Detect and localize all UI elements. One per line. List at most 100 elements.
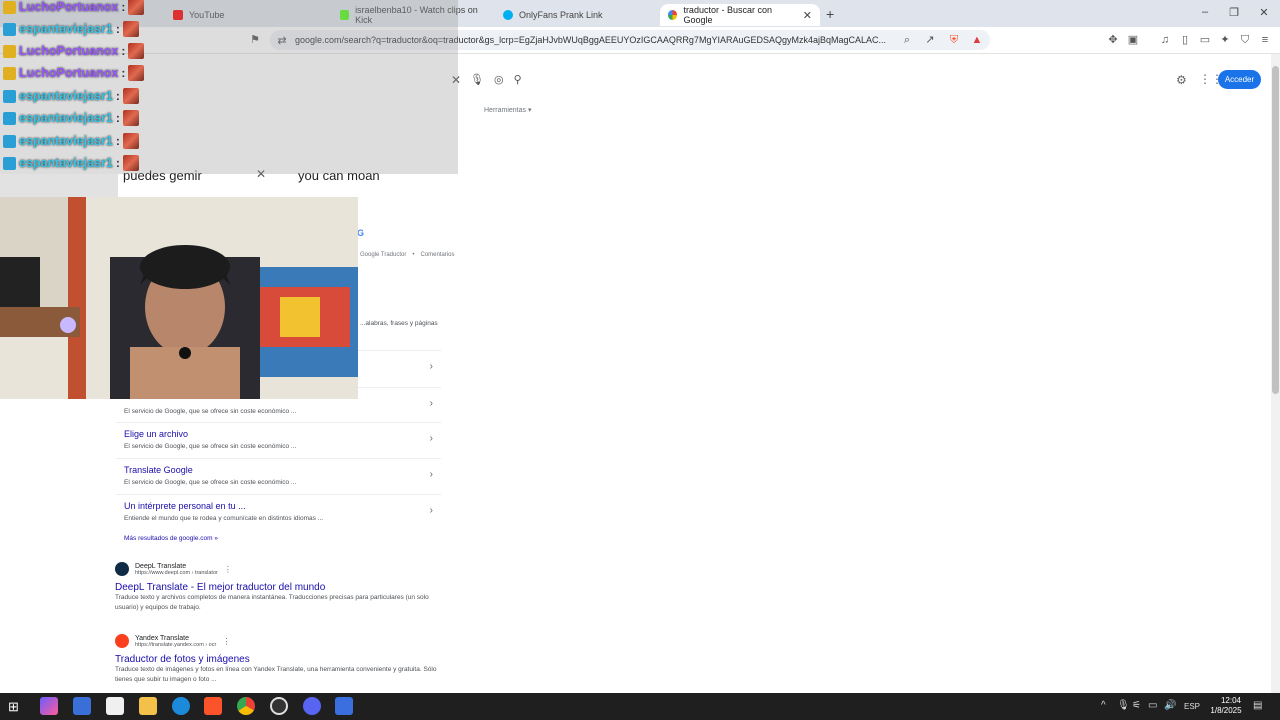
- emote-icon: [122, 155, 139, 171]
- crown-badge-icon: [3, 0, 16, 14]
- emote-icon: [122, 88, 139, 104]
- result-title[interactable]: DeepL Translate - El mejor traductor del…: [115, 582, 445, 593]
- sitelink-row[interactable]: Un intérprete personal en tu ... Entiend…: [116, 494, 441, 528]
- extensions-icon[interactable]: ✥: [1106, 33, 1120, 47]
- discord-icon[interactable]: [303, 697, 321, 715]
- new-tab-button[interactable]: +: [826, 6, 834, 22]
- more-options-icon[interactable]: ⋮: [224, 565, 232, 574]
- screenshot-icon[interactable]: ▣: [1126, 33, 1140, 47]
- search-icon[interactable]: ⚲: [514, 73, 522, 86]
- gear-icon[interactable]: ⚙: [1176, 73, 1187, 87]
- chat-username: LuchoPortuanox: [19, 44, 119, 58]
- copilot-icon[interactable]: [40, 697, 58, 715]
- share-icon[interactable]: ↗: [923, 33, 937, 47]
- tablet-icon[interactable]: ▭: [1148, 700, 1157, 711]
- notifications-icon[interactable]: ▤: [1253, 700, 1262, 711]
- emote-icon: [128, 43, 145, 59]
- minimize-icon[interactable]: –: [1195, 6, 1215, 18]
- chat-message: LuchoPortuanox :: [0, 0, 458, 18]
- leo-ai-icon[interactable]: ✦: [1218, 33, 1232, 47]
- wrench-badge-icon: [3, 89, 16, 103]
- chat-message: LuchoPortuanox :: [0, 62, 458, 84]
- obs-icon[interactable]: [270, 697, 288, 715]
- windows-start-icon[interactable]: ⊞: [8, 699, 19, 715]
- chevron-right-icon: ›: [429, 398, 433, 409]
- tab-google-search[interactable]: traductor - Buscar con Google ✕: [660, 4, 820, 26]
- google-translate-link[interactable]: Google Traductor: [360, 252, 406, 258]
- lens-icon[interactable]: ◎: [494, 73, 504, 86]
- chevron-right-icon: ›: [429, 361, 433, 372]
- emote-icon: [122, 21, 139, 37]
- result-url[interactable]: https://translate.yandex.com › ocr: [135, 642, 216, 648]
- sitelink-title[interactable]: Un intérprete personal en tu ...: [124, 501, 246, 511]
- wrench-badge-icon: [3, 156, 16, 170]
- chevron-up-icon[interactable]: ^: [1101, 700, 1106, 711]
- microphone-tray-icon[interactable]: 🎙: [1117, 700, 1130, 711]
- feedback-link[interactable]: Comentarios: [420, 252, 454, 258]
- crown-badge-icon: [3, 44, 16, 58]
- chat-message: espantaviejasr1 :: [0, 130, 458, 152]
- edge-icon[interactable]: [172, 697, 190, 715]
- sitelink-row[interactable]: Elige un archivo El servicio de Google, …: [116, 422, 441, 456]
- clock-date[interactable]: 1/8/2025: [1206, 706, 1246, 715]
- tools-menu[interactable]: Herramientas ▾: [484, 106, 531, 114]
- chat-username: LuchoPortuanox: [19, 0, 119, 14]
- chat-message: LuchoPortuanox :: [0, 40, 458, 62]
- wallet-icon[interactable]: ▭: [1198, 33, 1212, 47]
- maximize-icon[interactable]: ❐: [1224, 6, 1244, 19]
- tab-onlyfans-prank[interactable]: OnlyFans Prank Link: [495, 4, 655, 26]
- file-explorer-icon[interactable]: [139, 697, 157, 715]
- sidebar-icon[interactable]: ▯: [1178, 33, 1192, 47]
- microphone-icon[interactable]: 🎙: [470, 73, 484, 86]
- sitelink-desc: El servicio de Google, que se ofrece sin…: [124, 443, 297, 450]
- brave-rewards-icon[interactable]: ▲: [970, 33, 984, 47]
- result-url[interactable]: https://www.deepl.com › translator: [135, 570, 218, 576]
- chat-username: espantaviejasr1: [19, 134, 113, 148]
- result-snippet: ...alabras, frases y páginas: [360, 320, 438, 327]
- more-options-icon[interactable]: ⋮: [222, 637, 230, 646]
- emote-icon: [122, 133, 139, 149]
- clock-time[interactable]: 12:04: [1214, 696, 1248, 705]
- tools-label: Herramientas: [484, 107, 527, 114]
- brave-shield-icon[interactable]: ⛨: [947, 33, 961, 47]
- notepad-icon[interactable]: [73, 697, 91, 715]
- chat-username: espantaviejasr1: [19, 111, 113, 125]
- onlyfans-icon: [503, 10, 513, 20]
- sign-in-button[interactable]: Acceder: [1218, 70, 1261, 89]
- menu-icon[interactable]: ≡: [1258, 33, 1272, 47]
- app-icon[interactable]: [335, 697, 353, 715]
- sitelink-title[interactable]: Translate Google: [124, 465, 193, 475]
- tab-label: traductor - Buscar con Google: [683, 5, 772, 25]
- chat-username: espantaviejasr1: [19, 22, 113, 36]
- sitelink-row[interactable]: Translate Google El servicio de Google, …: [116, 458, 441, 492]
- chrome-icon[interactable]: [237, 697, 255, 715]
- wrench-badge-icon: [3, 134, 16, 148]
- webcam-image: [0, 197, 358, 399]
- chevron-right-icon: ›: [429, 433, 433, 444]
- scrollbar-thumb[interactable]: [1272, 66, 1279, 394]
- chat-message: espantaviejasr1 :: [0, 107, 458, 129]
- language-indicator[interactable]: ESP: [1184, 702, 1200, 711]
- vpn-icon[interactable]: ⛉: [1238, 33, 1252, 47]
- volume-icon[interactable]: 🔊: [1164, 700, 1176, 711]
- google-icon: [668, 10, 678, 20]
- crown-badge-icon: [3, 66, 16, 80]
- result-desc: Traduce texto de imágenes y fotos en lín…: [115, 666, 437, 683]
- store-icon[interactable]: [106, 697, 124, 715]
- close-window-icon[interactable]: ✕: [1254, 6, 1274, 19]
- windows-taskbar: [0, 693, 1280, 720]
- chevron-right-icon: ›: [429, 505, 433, 516]
- sitelink-title[interactable]: Elige un archivo: [124, 429, 188, 439]
- webcam-feed: [0, 197, 358, 399]
- media-icon[interactable]: ♫: [1158, 33, 1172, 47]
- result-title[interactable]: Traductor de fotos y imágenes: [115, 654, 445, 665]
- result-desc: Traduce texto y archivos completos de ma…: [115, 594, 429, 611]
- close-tab-icon[interactable]: ✕: [803, 9, 812, 22]
- zoom-icon[interactable]: ⌕: [900, 33, 914, 47]
- result-site: Yandex Translate: [135, 634, 189, 642]
- emote-icon: [128, 65, 145, 81]
- more-results-link[interactable]: Más resultados de google.com »: [124, 535, 218, 542]
- chat-overlay-tail: [0, 174, 118, 197]
- network-off-icon[interactable]: ⚟: [1132, 700, 1141, 711]
- brave-icon[interactable]: [204, 697, 222, 715]
